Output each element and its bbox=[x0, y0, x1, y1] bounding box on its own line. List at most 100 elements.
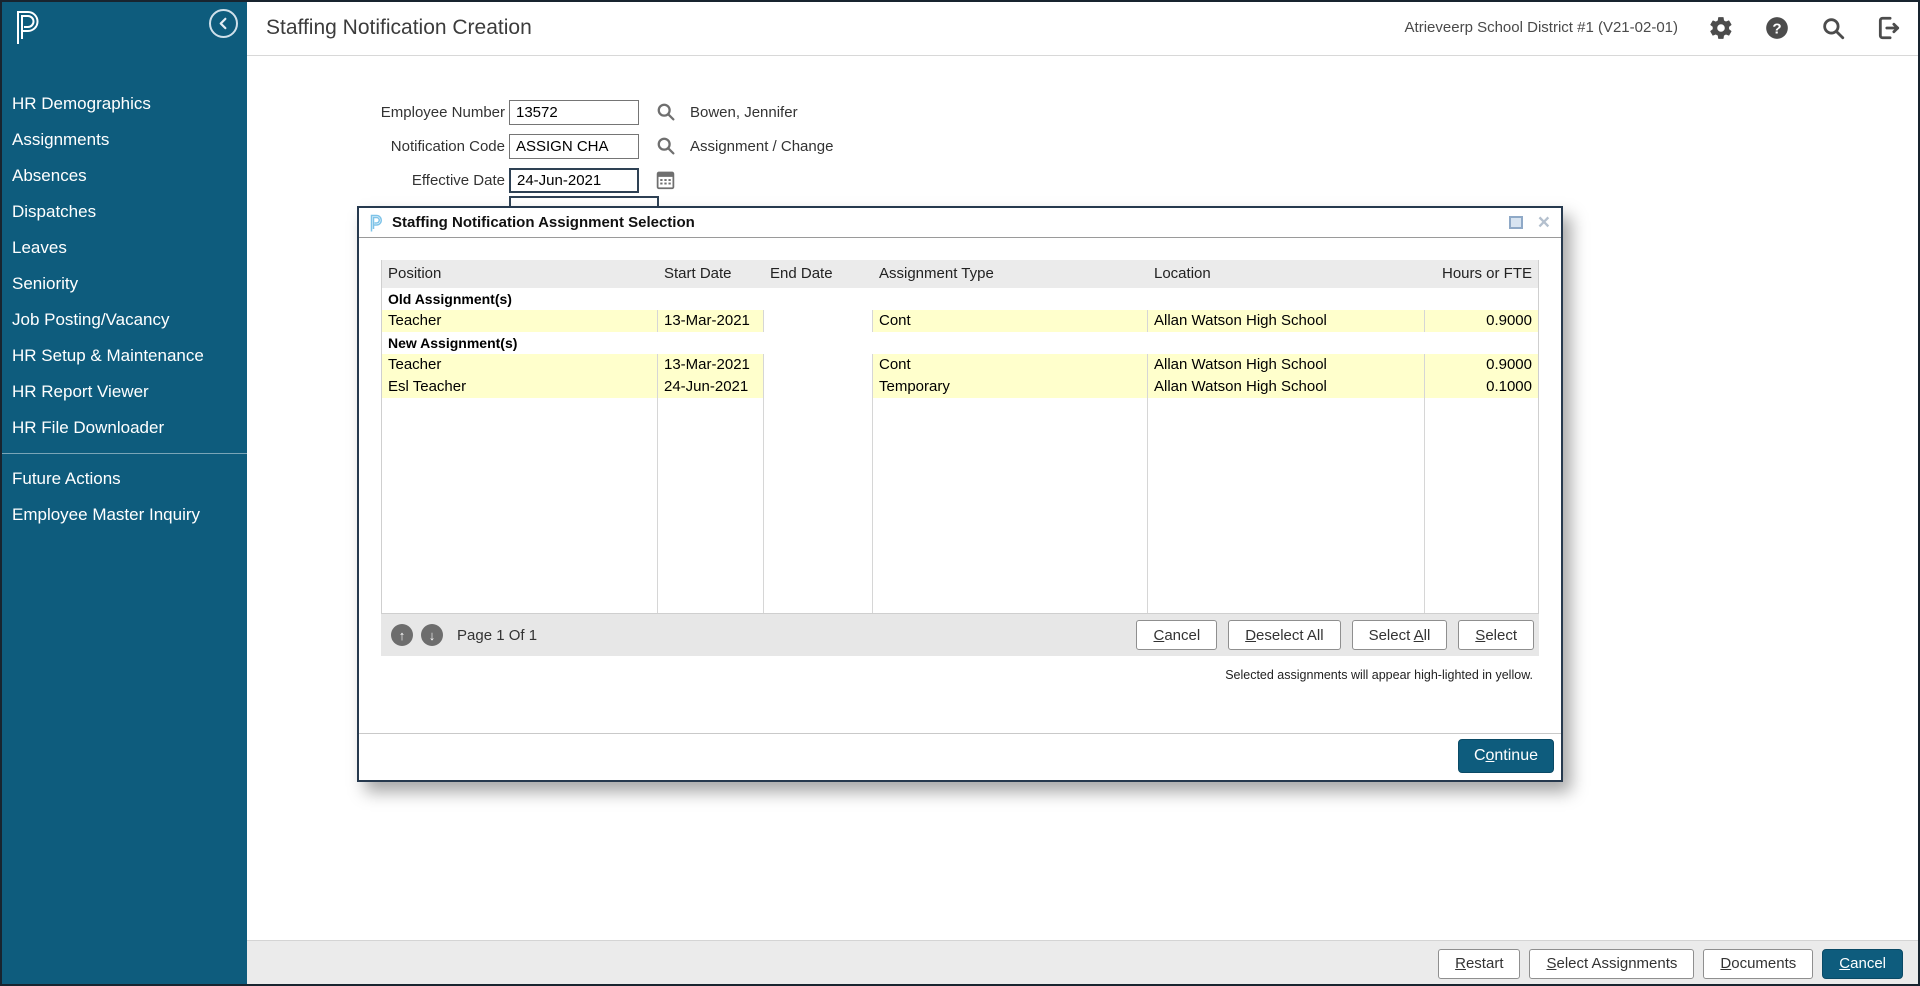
cell-position: Esl Teacher bbox=[382, 376, 658, 398]
cell-hours-or-fte: 0.9000 bbox=[1425, 310, 1538, 332]
lookup-search-icon[interactable] bbox=[655, 135, 676, 156]
column-header-assignment-type: Assignment Type bbox=[873, 260, 1148, 288]
column-header-hours-or-fte: Hours or FTE bbox=[1425, 260, 1538, 288]
effective-date-label: Effective Date bbox=[277, 172, 505, 189]
district-label: Atrieveerp School District #1 (V21-02-01… bbox=[1405, 19, 1678, 36]
cancel-button[interactable]: Cancel bbox=[1136, 620, 1217, 650]
cell-position: Teacher bbox=[382, 354, 658, 376]
employee-number-description: Bowen, Jennifer bbox=[690, 104, 798, 121]
empty-column bbox=[873, 398, 1148, 613]
chevron-left-icon bbox=[217, 17, 230, 30]
cell-assignment-type: Temporary bbox=[873, 376, 1148, 398]
modal-logo-icon bbox=[370, 214, 383, 232]
action-bar: Restart Select Assignments Documents Cancel bbox=[247, 940, 1920, 986]
cell-end-date bbox=[764, 310, 873, 332]
column-header-location: Location bbox=[1148, 260, 1425, 288]
sidebar-item-job-posting-vacancy[interactable]: Job Posting/Vacancy bbox=[0, 302, 247, 338]
dialog-controls: × bbox=[1509, 216, 1550, 230]
page-down-icon[interactable]: ↓ bbox=[421, 624, 443, 646]
svg-text:?: ? bbox=[1772, 20, 1781, 37]
header-right: Atrieveerp School District #1 (V21-02-01… bbox=[1405, 0, 1902, 55]
dialog-titlebar: Staffing Notification Assignment Selecti… bbox=[359, 208, 1561, 238]
group-header-new-assignment-s: New Assignment(s) bbox=[382, 332, 1538, 354]
column-header-start-date: Start Date bbox=[658, 260, 764, 288]
cell-location: Allan Watson High School bbox=[1148, 376, 1425, 398]
gear-icon[interactable] bbox=[1707, 14, 1734, 41]
sidebar-item-hr-file-downloader[interactable]: HR File Downloader bbox=[0, 410, 247, 446]
employee-number-input[interactable] bbox=[509, 100, 639, 125]
cell-location: Allan Watson High School bbox=[1148, 354, 1425, 376]
sidebar-item-assignments[interactable]: Assignments bbox=[0, 122, 247, 158]
notification-code-description: Assignment / Change bbox=[690, 138, 833, 155]
empty-column bbox=[1425, 398, 1538, 613]
selection-note: Selected assignments will appear high-li… bbox=[1225, 668, 1533, 682]
table-row[interactable]: Esl Teacher24-Jun-2021 TemporaryAllan Wat… bbox=[382, 376, 1538, 398]
pagination-bar: ↑ ↓ Page 1 Of 1 Cancel Deselect All Select… bbox=[381, 614, 1539, 656]
powerschool-logo-icon bbox=[15, 9, 41, 45]
sidebar: HR DemographicsAssignmentsAbsencesDispat… bbox=[0, 0, 247, 986]
sidebar-divider bbox=[0, 453, 247, 454]
help-icon[interactable]: ? bbox=[1763, 14, 1790, 41]
sidebar-item-seniority[interactable]: Seniority bbox=[0, 266, 247, 302]
empty-column bbox=[382, 398, 658, 613]
sidebar-header bbox=[0, 0, 247, 56]
page-title: Staffing Notification Creation bbox=[266, 16, 532, 40]
lookup-search-icon[interactable] bbox=[655, 101, 676, 122]
assignments-table: PositionStart DateEnd DateAssignment Typ… bbox=[381, 260, 1539, 614]
table-empty-area bbox=[382, 398, 1538, 613]
restart-button[interactable]: Restart bbox=[1438, 949, 1520, 979]
form-row-employee-number: Employee Number Bowen, Jennifer bbox=[247, 99, 1920, 125]
empty-column bbox=[658, 398, 764, 613]
notification-code-input[interactable] bbox=[509, 134, 639, 159]
table-row[interactable]: Teacher13-Mar-2021 ContAllan Watson High … bbox=[382, 354, 1538, 376]
page-up-icon[interactable]: ↑ bbox=[391, 624, 413, 646]
sidebar-item-hr-setup-maintenance[interactable]: HR Setup & Maintenance bbox=[0, 338, 247, 374]
documents-button[interactable]: Documents bbox=[1703, 949, 1813, 979]
cell-assignment-type: Cont bbox=[873, 310, 1148, 332]
app-window: HR DemographicsAssignmentsAbsencesDispat… bbox=[0, 0, 1920, 986]
cell-start-date: 24-Jun-2021 bbox=[658, 376, 764, 398]
select-all-button[interactable]: Select All bbox=[1352, 620, 1448, 650]
calendar-icon[interactable] bbox=[655, 169, 676, 190]
employee-number-label: Employee Number bbox=[277, 104, 505, 121]
cell-hours-or-fte: 0.9000 bbox=[1425, 354, 1538, 376]
form-row-effective-date: Effective Date bbox=[247, 167, 1920, 193]
logout-icon[interactable] bbox=[1875, 14, 1902, 41]
cell-start-date: 13-Mar-2021 bbox=[658, 310, 764, 332]
continue-button[interactable]: Continue bbox=[1458, 739, 1554, 773]
maximize-icon[interactable] bbox=[1509, 216, 1523, 229]
cell-location: Allan Watson High School bbox=[1148, 310, 1425, 332]
sidebar-item-future-actions[interactable]: Future Actions bbox=[0, 461, 247, 497]
cell-position: Teacher bbox=[382, 310, 658, 332]
sidebar-item-employee-master-inquiry[interactable]: Employee Master Inquiry bbox=[0, 497, 247, 533]
sidebar-item-absences[interactable]: Absences bbox=[0, 158, 247, 194]
search-icon[interactable] bbox=[1819, 14, 1846, 41]
assignment-selection-dialog: Staffing Notification Assignment Selecti… bbox=[357, 206, 1563, 782]
sidebar-item-hr-demographics[interactable]: HR Demographics bbox=[0, 86, 247, 122]
close-icon[interactable]: × bbox=[1538, 216, 1550, 230]
sidebar-item-leaves[interactable]: Leaves bbox=[0, 230, 247, 266]
cell-end-date bbox=[764, 354, 873, 376]
pagination-buttons: Cancel Deselect All Select All Select bbox=[1136, 620, 1534, 650]
select-assignments-button[interactable]: Select Assignments bbox=[1529, 949, 1694, 979]
empty-column bbox=[764, 398, 873, 613]
form-row-notification-code: Notification CodeAssignment / Change bbox=[247, 133, 1920, 159]
sidebar-item-dispatches[interactable]: Dispatches bbox=[0, 194, 247, 230]
sidebar-nav: HR DemographicsAssignmentsAbsencesDispat… bbox=[0, 86, 247, 533]
cancel-button[interactable]: Cancel bbox=[1822, 949, 1903, 979]
group-header-old-assignment-s: Old Assignment(s) bbox=[382, 288, 1538, 310]
select-button[interactable]: Select bbox=[1458, 620, 1534, 650]
effective-date-input[interactable] bbox=[509, 168, 639, 193]
dialog-footer: Continue bbox=[359, 733, 1561, 780]
page-indicator: Page 1 Of 1 bbox=[457, 627, 537, 644]
table-row[interactable]: Teacher13-Mar-2021 ContAllan Watson High … bbox=[382, 310, 1538, 332]
empty-column bbox=[1148, 398, 1425, 613]
cell-assignment-type: Cont bbox=[873, 354, 1148, 376]
sidebar-item-hr-report-viewer[interactable]: HR Report Viewer bbox=[0, 374, 247, 410]
sidebar-collapse-button[interactable] bbox=[209, 9, 238, 38]
column-header-position: Position bbox=[382, 260, 658, 288]
cell-start-date: 13-Mar-2021 bbox=[658, 354, 764, 376]
dialog-title: Staffing Notification Assignment Selecti… bbox=[392, 214, 695, 231]
column-header-end-date: End Date bbox=[764, 260, 873, 288]
deselect-all-button[interactable]: Deselect All bbox=[1228, 620, 1340, 650]
